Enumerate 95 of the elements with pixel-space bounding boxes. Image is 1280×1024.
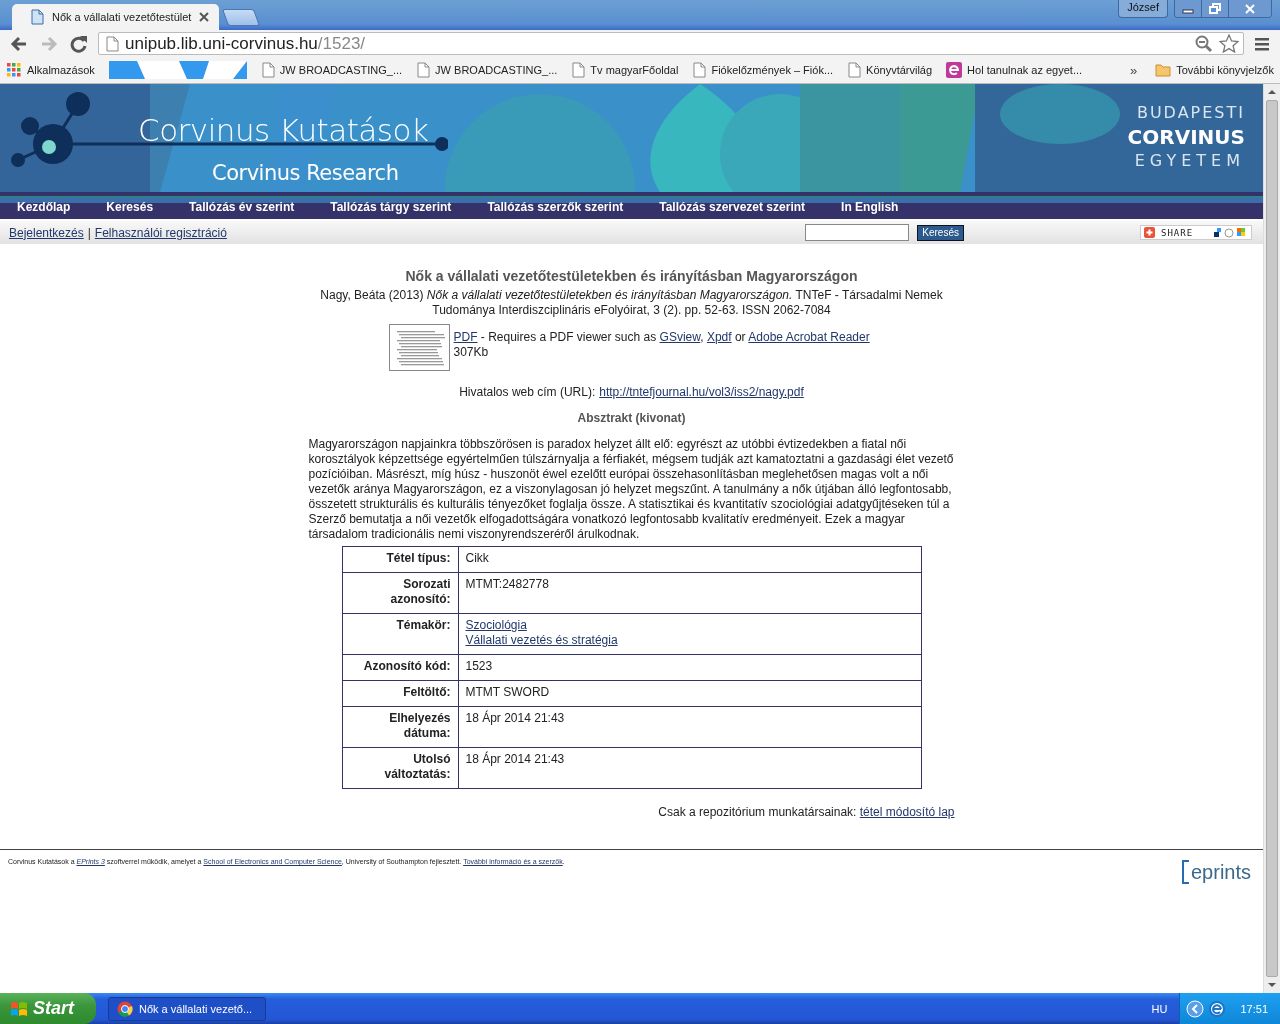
- restore-icon: [1209, 2, 1221, 15]
- login-link[interactable]: Bejelentkezés: [9, 225, 84, 240]
- document-link[interactable]: PDF: [453, 330, 478, 344]
- subject-link[interactable]: Vállalati vezetés és stratégia: [465, 633, 618, 647]
- scrollbar[interactable]: [1263, 84, 1280, 993]
- table-cell: Témakör:: [342, 613, 458, 655]
- nav-link[interactable]: Keresés: [106, 199, 154, 214]
- table-cell: Cikk: [458, 546, 921, 573]
- table-cell: 18 Ápr 2014 21:43: [458, 747, 921, 789]
- abstract-heading: Absztrakt (kivonat): [577, 411, 686, 425]
- citation-text: Nagy, Beáta (2013) Nők a vállalati vezetőtestületekben és irányításban Magyarországon. TNTeF - Társadalmi Nemek Tudománya Interdiszciplináris eFolyóirat, 3 (2). pp. 52-63. ISSN 2062-7084: [319, 288, 944, 318]
- item-title: Nők a vállalati vezetőtestületekben és irányításban Magyarországon: [405, 268, 858, 284]
- apps-grid-icon: [6, 62, 22, 78]
- bookmark[interactable]: Fiókelőzmények – Fiók...: [692, 62, 834, 78]
- page-icon: [416, 62, 431, 78]
- chrome-logo-icon: [117, 1000, 133, 1017]
- page-icon: [105, 35, 119, 52]
- bookmark-folder[interactable]: További könyvjelzők: [1155, 63, 1274, 77]
- taskbar-button[interactable]: Nők a vállalati vezető...: [108, 996, 266, 1021]
- menu-icon[interactable]: [1254, 35, 1270, 52]
- page-icon: [692, 62, 707, 78]
- close-icon[interactable]: [199, 12, 210, 22]
- folder-icon: [1155, 63, 1172, 77]
- abstract-text: Magyarországon napjainkra többszörösen is paradox helyzet állt elő: egyrészt az utóbbi évtizedekben a fiatal női korosztályok képzettsége egyértelműen túlszárnyalja a férfiakét, mégsem tudják azt kamatoztatni a gazdasági élet vezető pozícióiban. Másrészt, míg húsz - huszonöt éwel ezelőtt európai összehasonlításban meglehetősen magas volt a női vezetők aránya Magyarországon, ez a viszonylagosan jó helyzet megszűnt. A tanulmány a nők útjában álló legfontosabb, összetett strukturális és kulturális tényezőket foglalja össze. A statisztikai és kvantitatív szociológiai adatgyűjtéseken túl a Szerző bemutatja a női vezetők elfogadottságára vonatkozó legfontosabb kvalitatív eredményeit. Ezek a magyar társadalom tradicionális nemi viszonyrendszeréről árulkodnak.: [308, 437, 955, 542]
- new-tab-button[interactable]: [222, 9, 261, 26]
- bookmark[interactable]: Alkalmazások: [6, 62, 95, 78]
- page-icon: [260, 62, 275, 78]
- bookmark[interactable]: Hol tanulnak az egyet...: [946, 62, 1083, 78]
- eprints-logo[interactable]: eprints: [1181, 860, 1251, 884]
- university-name: BUDAPESTI: [1135, 102, 1245, 124]
- site-subtitle: Corvinus Research: [212, 161, 399, 185]
- nav-link[interactable]: Tallózás szervezet szerint: [659, 199, 806, 214]
- table-cell: 1523: [458, 654, 921, 681]
- edit-item-link[interactable]: tétel módosító lap: [859, 805, 955, 819]
- language-indicator[interactable]: HU: [1151, 1002, 1168, 1015]
- bookmark[interactable]: Tv magyarFőoldal: [571, 62, 679, 78]
- user-button[interactable]: József: [1118, 0, 1168, 18]
- table-cell: MTMT SWORD: [458, 680, 921, 707]
- bookmark[interactable]: Könyvtárvilág: [847, 62, 933, 78]
- login-link[interactable]: Felhasználói regisztráció: [94, 225, 227, 240]
- table-cell: Feltöltő:: [342, 680, 458, 707]
- redacted-bookmark[interactable]: [108, 61, 247, 79]
- windows-logo-icon: [10, 999, 28, 1018]
- file-size: 307Kb: [453, 345, 490, 360]
- nav-link[interactable]: Tallózás tárgy szerint: [330, 199, 452, 214]
- table-cell: Sorozati azonosító:: [342, 572, 458, 614]
- url-label: Hivatalos web cím (URL):: [459, 385, 596, 399]
- table-cell: Utolsó változtatás:: [342, 747, 458, 789]
- page-icon: [30, 9, 44, 25]
- subject-link[interactable]: Szociológia: [465, 618, 527, 632]
- start-button[interactable]: Start: [0, 993, 96, 1024]
- official-url-link[interactable]: http://tntefjournal.hu/vol3/iss2/nagy.pdf: [599, 385, 804, 399]
- page-icon: [571, 62, 586, 78]
- nav-link[interactable]: Tallózás év szerint: [189, 199, 295, 214]
- table-cell: Tétel típus:: [342, 546, 458, 573]
- document-thumbnail[interactable]: [388, 324, 450, 371]
- site-title: Corvinus Kutatások: [138, 112, 429, 148]
- search-button[interactable]: Keresés: [917, 224, 964, 241]
- nav-link[interactable]: Kezdőlap: [17, 199, 71, 214]
- search-field[interactable]: [805, 224, 910, 241]
- document-link[interactable]: Xpdf: [706, 330, 732, 344]
- zoom-out-icon[interactable]: [1195, 34, 1213, 53]
- close-button[interactable]: [1228, 0, 1271, 17]
- address-field[interactable]: unipub.lib.uni-corvinus.hu/1523/: [98, 32, 1244, 55]
- nav-link[interactable]: Tallózás szerzők szerint: [487, 199, 624, 214]
- browser-tab[interactable]: Nők a vállalati vezetőtestület: [12, 4, 220, 30]
- plus-icon: [1144, 227, 1155, 238]
- browser-icon[interactable]: [1208, 999, 1227, 1018]
- clock: 17:51: [1240, 1002, 1268, 1015]
- university-name: CORVINUS: [1127, 125, 1245, 149]
- close-icon: [1244, 3, 1256, 14]
- restore-button[interactable]: [1201, 0, 1228, 17]
- table-cell: Azonosító kód:: [342, 654, 458, 681]
- staff-label: Csak a repozitórium munkatársainak:: [658, 805, 858, 819]
- scrollbar-thumb[interactable]: [1266, 100, 1278, 977]
- document-link[interactable]: Adobe Acrobat Reader: [748, 330, 870, 344]
- table-cell: Elhelyezés dátuma:: [342, 706, 458, 748]
- link-separator: |: [87, 225, 91, 240]
- star-icon[interactable]: [1219, 34, 1239, 53]
- bracket-icon: [1181, 860, 1190, 884]
- service-icons: [1212, 227, 1248, 238]
- bookmark[interactable]: JW BROADCASTING_...: [260, 62, 403, 78]
- document-info: PDF - Requires a PDF viewer such as GSview, Xpdf or Adobe Acrobat Reader: [453, 330, 870, 345]
- table-cell: MTMT:2482778: [458, 572, 921, 614]
- more-bookmarks-chevron[interactable]: »: [1129, 62, 1138, 78]
- bookmark[interactable]: JW BROADCASTING_...: [416, 62, 558, 78]
- page-icon: [847, 62, 862, 78]
- reload-icon[interactable]: [70, 34, 88, 53]
- chevron-icon[interactable]: [1186, 999, 1205, 1018]
- site-logo-icon: [946, 62, 963, 78]
- university-name: EGYETEM: [1133, 150, 1245, 172]
- table-cell: 18 Ápr 2014 21:43: [458, 706, 921, 748]
- back-icon[interactable]: [10, 35, 28, 52]
- share-button[interactable]: SHARE: [1140, 225, 1252, 240]
- nav-link[interactable]: In English: [841, 199, 899, 214]
